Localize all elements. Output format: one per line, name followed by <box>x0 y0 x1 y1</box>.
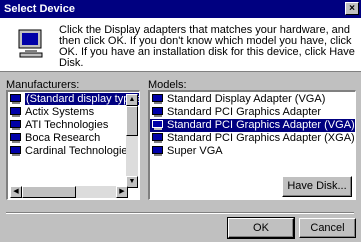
instruction-text: Click the Display adapters that matches … <box>59 24 355 69</box>
scroll-up-button[interactable]: ▲ <box>126 94 138 106</box>
have-disk-button[interactable]: Have Disk... <box>282 176 352 197</box>
display-adapter-icon <box>152 146 163 156</box>
list-item[interactable]: Standard PCI Graphics Adapter <box>152 106 321 119</box>
list-item[interactable]: Super VGA <box>152 145 223 158</box>
display-adapter-icon <box>10 120 21 130</box>
scroll-thumb[interactable] <box>22 186 76 198</box>
select-device-dialog: Select Device × Click the Display adapte… <box>0 0 361 242</box>
list-item[interactable]: Cardinal Technologies <box>10 145 133 158</box>
window-title: Select Device <box>4 3 75 15</box>
display-adapter-icon <box>10 146 21 156</box>
display-adapter-icon <box>10 94 21 104</box>
list-item[interactable]: Standard Display Adapter (VGA) <box>152 93 325 106</box>
vertical-scrollbar[interactable]: ▲ ▼ <box>126 94 138 188</box>
scroll-left-button[interactable]: ◀ <box>10 186 22 198</box>
header-panel: Click the Display adapters that matches … <box>0 18 361 72</box>
cancel-button[interactable]: Cancel <box>299 218 356 238</box>
manufacturers-list[interactable]: (Standard display types) Actix Systems A… <box>6 90 140 200</box>
list-item[interactable]: Boca Research <box>10 132 100 145</box>
title-bar[interactable]: Select Device × <box>0 0 361 18</box>
list-item[interactable]: ATI Technologies <box>10 119 108 132</box>
ok-button[interactable]: OK <box>227 217 295 239</box>
display-adapter-icon <box>152 107 163 117</box>
close-button[interactable]: × <box>345 2 359 15</box>
list-item[interactable]: (Standard display types) <box>10 92 139 106</box>
display-adapter-icon <box>10 133 21 143</box>
divider <box>6 212 354 214</box>
scroll-right-button[interactable]: ▶ <box>116 186 128 198</box>
list-item-selected[interactable]: Standard PCI Graphics Adapter (VGA) <box>150 119 355 132</box>
list-item[interactable]: Standard PCI Graphics Adapter (XGA) <box>152 132 355 145</box>
scroll-thumb[interactable] <box>126 106 138 136</box>
monitor-icon <box>18 29 43 58</box>
display-adapter-icon <box>152 94 163 104</box>
display-adapter-icon <box>10 107 21 117</box>
display-adapter-icon <box>152 133 163 143</box>
display-adapter-icon <box>152 120 163 130</box>
horizontal-scrollbar[interactable]: ◀ ▶ <box>10 186 128 198</box>
list-item[interactable]: Actix Systems <box>10 106 94 119</box>
